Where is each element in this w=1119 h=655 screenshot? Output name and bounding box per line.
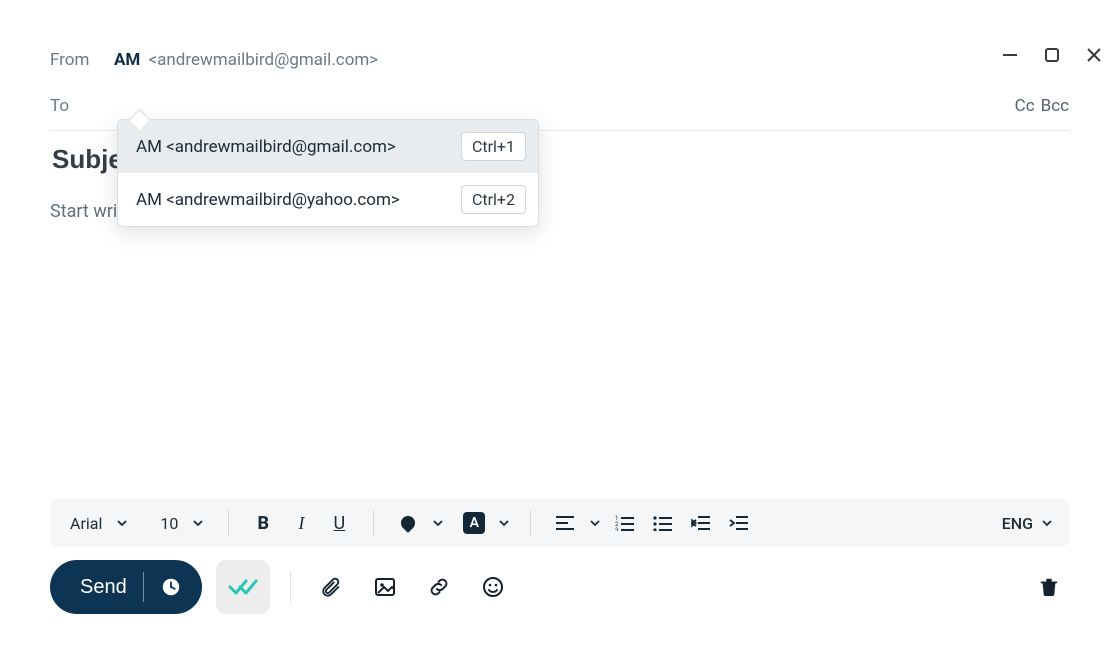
outdent-button[interactable] [687, 507, 715, 539]
trash-icon [1038, 575, 1060, 599]
numbered-list-button[interactable]: 1 2 3 [611, 507, 639, 539]
schedule-icon[interactable] [160, 576, 182, 598]
highlight-color-button[interactable]: A [460, 507, 488, 539]
bold-button[interactable]: B [249, 507, 277, 539]
chevron-down-icon [192, 517, 204, 529]
from-row: From AM <andrewmailbird@gmail.com> [0, 38, 1119, 82]
drop-icon [398, 513, 418, 533]
font-family-select[interactable]: Arial [66, 514, 132, 533]
font-family-value: Arial [70, 514, 102, 533]
insert-link-button[interactable] [419, 567, 459, 607]
highlight-icon: A [463, 512, 485, 534]
close-button[interactable] [1085, 46, 1103, 64]
emoji-button[interactable] [473, 567, 513, 607]
account-option-shortcut: Ctrl+2 [461, 185, 526, 214]
from-email: <andrewmailbird@gmail.com> [149, 50, 379, 70]
minimize-button[interactable] [1001, 46, 1019, 64]
image-icon [373, 575, 397, 599]
chevron-down-icon [1041, 517, 1053, 529]
bullet-list-button[interactable] [649, 507, 677, 539]
align-left-icon [555, 515, 575, 531]
outdent-icon [691, 515, 711, 531]
indent-button[interactable] [725, 507, 753, 539]
account-option-2[interactable]: AM <andrewmailbird@yahoo.com> Ctrl+2 [118, 173, 538, 226]
separator [530, 510, 531, 536]
attach-button[interactable] [311, 567, 351, 607]
text-color-button[interactable] [394, 507, 422, 539]
from-label: From [50, 50, 114, 70]
chevron-down-icon[interactable] [498, 517, 510, 529]
send-button[interactable]: Send [50, 560, 202, 614]
emoji-icon [481, 575, 505, 599]
numbered-list-icon: 1 2 3 [615, 515, 635, 531]
double-check-icon [228, 577, 258, 597]
discard-button[interactable] [1029, 567, 1069, 607]
read-receipt-button[interactable] [216, 560, 270, 614]
format-toolbar: Arial 10 B I U A 1 2 3 [50, 499, 1069, 547]
separator [373, 510, 374, 536]
chevron-down-icon[interactable] [432, 517, 444, 529]
separator [143, 572, 144, 602]
separator [290, 572, 291, 602]
from-initials: AM [114, 50, 140, 70]
language-value: ENG [1002, 514, 1033, 533]
indent-icon [729, 515, 749, 531]
font-size-value: 10 [160, 514, 178, 533]
chevron-down-icon[interactable] [589, 517, 601, 529]
window-controls [1001, 46, 1103, 64]
to-input[interactable] [114, 92, 1015, 120]
link-icon [427, 575, 451, 599]
cc-button[interactable]: Cc [1015, 96, 1035, 116]
account-option-label: AM <andrewmailbird@gmail.com> [136, 137, 396, 157]
maximize-button[interactable] [1043, 46, 1061, 64]
align-button[interactable] [551, 507, 579, 539]
insert-image-button[interactable] [365, 567, 405, 607]
send-label: Send [80, 576, 127, 599]
language-select[interactable]: ENG [1002, 514, 1053, 533]
account-option-shortcut: Ctrl+1 [461, 132, 526, 161]
to-label: To [50, 96, 114, 116]
chevron-down-icon [116, 517, 128, 529]
account-option-label: AM <andrewmailbird@yahoo.com> [136, 190, 400, 210]
from-account-selector[interactable]: AM <andrewmailbird@gmail.com> [114, 50, 378, 70]
account-option-1[interactable]: AM <andrewmailbird@gmail.com> Ctrl+1 [118, 120, 538, 173]
bcc-button[interactable]: Bcc [1041, 96, 1069, 116]
bullet-list-icon [653, 515, 673, 531]
italic-button[interactable]: I [287, 507, 315, 539]
from-account-dropdown: AM <andrewmailbird@gmail.com> Ctrl+1 AM … [117, 119, 539, 227]
svg-text:3: 3 [615, 527, 618, 531]
action-bar: Send [50, 559, 1069, 615]
separator [228, 510, 229, 536]
underline-button[interactable]: U [325, 507, 353, 539]
paperclip-icon [320, 575, 342, 599]
font-size-select[interactable]: 10 [156, 514, 208, 533]
